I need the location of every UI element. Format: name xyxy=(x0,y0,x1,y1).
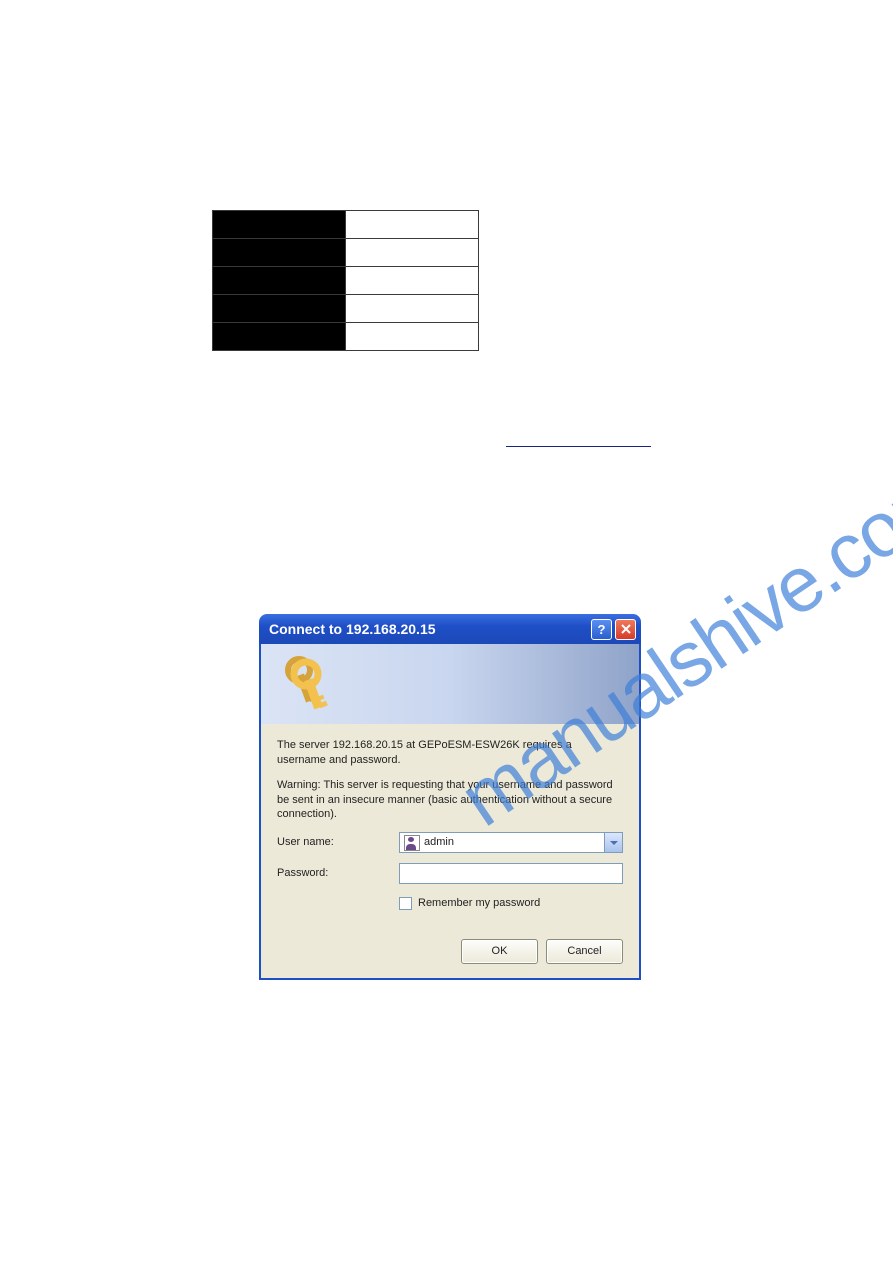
table-cell-right xyxy=(346,267,479,295)
hyperlink-underline xyxy=(506,446,651,447)
config-table xyxy=(212,210,479,351)
password-label: Password: xyxy=(277,866,399,881)
table-cell-left xyxy=(213,267,346,295)
close-icon xyxy=(621,624,631,634)
dialog-titlebar[interactable]: Connect to 192.168.20.15 ? xyxy=(259,614,641,644)
table-row xyxy=(213,295,479,323)
help-button[interactable]: ? xyxy=(591,619,612,640)
table-cell-left xyxy=(213,295,346,323)
keys-icon xyxy=(279,652,339,716)
dialog-body: The server 192.168.20.15 at GEPoESM-ESW2… xyxy=(259,724,641,980)
password-input[interactable] xyxy=(399,863,623,884)
password-row: Password: xyxy=(277,863,623,884)
page: manualshive.com Connect to 192.168.20.15… xyxy=(0,0,893,1263)
ok-button[interactable]: OK xyxy=(461,939,538,964)
username-label: User name: xyxy=(277,835,399,850)
cancel-button[interactable]: Cancel xyxy=(546,939,623,964)
chevron-down-icon[interactable] xyxy=(604,833,622,852)
username-row: User name: admin xyxy=(277,832,623,853)
table-row xyxy=(213,211,479,239)
close-button[interactable] xyxy=(615,619,636,640)
table-cell-right xyxy=(346,295,479,323)
auth-dialog: Connect to 192.168.20.15 ? The xyxy=(259,614,641,980)
username-value: admin xyxy=(424,835,454,850)
user-icon xyxy=(404,835,420,851)
table-cell-left xyxy=(213,323,346,351)
table-row xyxy=(213,267,479,295)
dialog-buttons: OK Cancel xyxy=(277,939,623,964)
remember-checkbox[interactable] xyxy=(399,897,412,910)
warning-text: Warning: This server is requesting that … xyxy=(277,778,623,823)
dialog-banner xyxy=(259,644,641,724)
table-row xyxy=(213,239,479,267)
table-cell-right xyxy=(346,323,479,351)
remember-row: Remember my password xyxy=(399,896,623,911)
table-row xyxy=(213,323,479,351)
table-cell-right xyxy=(346,239,479,267)
table-cell-left xyxy=(213,211,346,239)
table-cell-left xyxy=(213,239,346,267)
remember-label: Remember my password xyxy=(418,896,540,911)
server-text: The server 192.168.20.15 at GEPoESM-ESW2… xyxy=(277,738,623,768)
dialog-title: Connect to 192.168.20.15 xyxy=(269,621,588,637)
table-cell-right xyxy=(346,211,479,239)
username-combobox[interactable]: admin xyxy=(399,832,623,853)
